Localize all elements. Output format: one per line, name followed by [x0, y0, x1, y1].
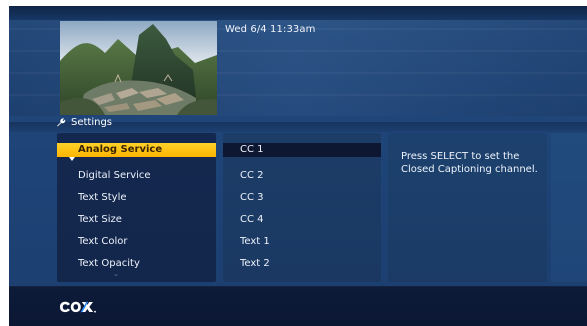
wrench-icon	[57, 118, 66, 127]
mountain-image-icon	[60, 21, 217, 115]
option-cc-3[interactable]: CC 3	[223, 187, 381, 209]
cox-logo	[60, 301, 96, 313]
right-edge-panel	[551, 133, 587, 282]
menu-item-analog-service[interactable]: Analog Service	[57, 143, 216, 157]
settings-header: Settings	[55, 116, 112, 128]
hero-image	[60, 21, 217, 115]
help-text: Press SELECT to set the Closed Captionin…	[401, 151, 538, 175]
menu-item-text-color[interactable]: Text Color	[57, 231, 216, 253]
option-cc-1[interactable]: CC 1	[223, 143, 381, 157]
option-cc-4[interactable]: CC 4	[223, 209, 381, 231]
settings-title: Settings	[71, 116, 113, 128]
option-text-1[interactable]: Text 1	[223, 231, 381, 253]
chevron-down-icon[interactable]: ⌄	[112, 270, 120, 278]
option-text-2[interactable]: Text 2	[223, 253, 381, 275]
down-arrow-icon	[69, 157, 75, 161]
datetime-display: Wed 6/4 11:33am	[225, 24, 316, 35]
tv-settings-screen: Wed 6/4 11:33am Settings Analog Service …	[9, 6, 587, 326]
menu-item-text-opacity[interactable]: Text Opacity	[57, 253, 216, 275]
option-cc-2[interactable]: CC 2	[223, 165, 381, 187]
top-band	[9, 6, 587, 20]
menu-item-text-size[interactable]: Text Size	[57, 209, 216, 231]
menu-item-text-style[interactable]: Text Style	[57, 187, 216, 209]
menu-item-digital-service[interactable]: Digital Service	[57, 165, 216, 187]
